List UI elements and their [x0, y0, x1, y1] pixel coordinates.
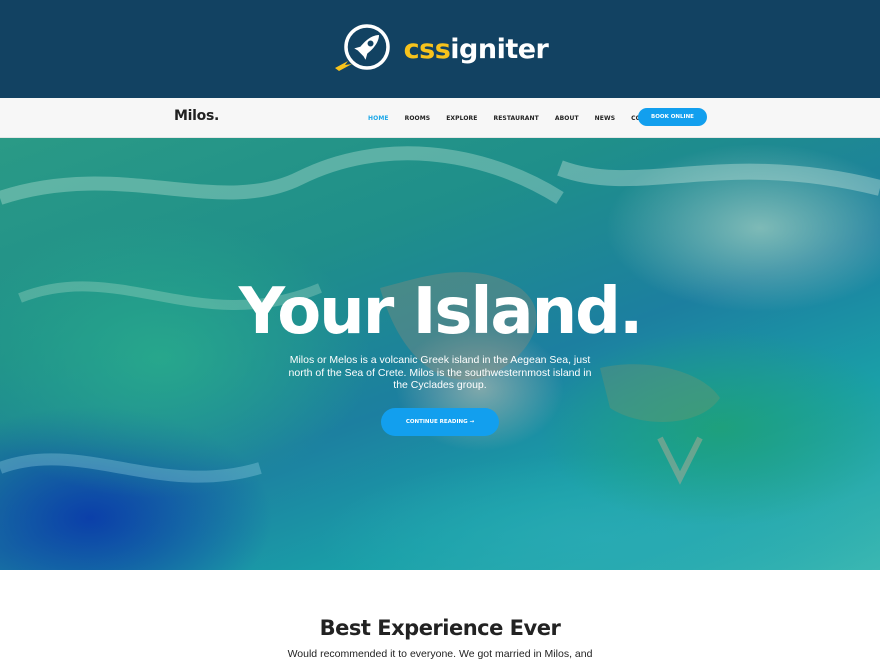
continue-reading-button[interactable]: CONTINUE READING → — [381, 408, 499, 436]
hero-description: Milos or Melos is a volcanic Greek islan… — [288, 354, 592, 392]
book-online-button[interactable]: BOOK ONLINE — [638, 108, 707, 126]
hero-section: Your Island. Milos or Melos is a volcani… — [0, 138, 880, 570]
site-logo[interactable]: Milos. — [174, 108, 219, 124]
brand-name-part-b: igniter — [450, 33, 549, 65]
rocket-icon — [332, 21, 394, 77]
brand-name: cssigniter — [404, 36, 549, 63]
brand-banner: cssigniter — [0, 0, 880, 98]
site-navbar: Milos. HOME ROOMS EXPLORE RESTAURANT ABO… — [0, 98, 880, 138]
nav-item-restaurant[interactable]: RESTAURANT — [485, 115, 546, 122]
testimonial-text: Would recommended it to everyone. We got… — [287, 648, 593, 660]
nav-item-about[interactable]: ABOUT — [547, 115, 587, 122]
brand-name-part-a: css — [403, 33, 451, 65]
testimonial-title: Best Experience Ever — [319, 616, 561, 640]
main-menu: HOME ROOMS EXPLORE RESTAURANT ABOUT NEWS… — [360, 98, 671, 138]
nav-item-explore[interactable]: EXPLORE — [438, 115, 485, 122]
nav-item-home[interactable]: HOME — [360, 115, 397, 122]
nav-item-rooms[interactable]: ROOMS — [397, 115, 439, 122]
brand-logo-link[interactable]: cssigniter — [332, 21, 549, 77]
hero-title: Your Island. — [238, 275, 644, 349]
nav-item-news[interactable]: NEWS — [587, 115, 623, 122]
